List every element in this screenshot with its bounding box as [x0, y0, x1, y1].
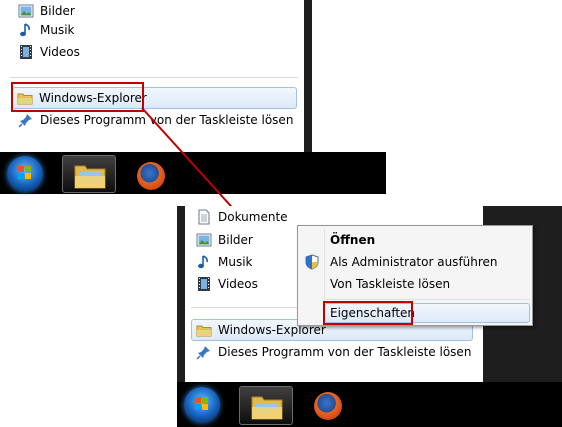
menu-item-open[interactable]: Öffnen: [330, 230, 375, 250]
separator: [326, 299, 530, 300]
menu-item-run-as-admin[interactable]: Als Administrator ausführen: [330, 252, 498, 272]
start-orb-icon[interactable]: [184, 387, 220, 423]
shield-icon: [304, 254, 320, 273]
jump-item-documents[interactable]: Dokumente: [196, 206, 288, 228]
unpin-program[interactable]: Dieses Programm von der Taskleiste lösen: [196, 341, 471, 363]
pictures-icon: [196, 232, 212, 248]
jump-item-videos[interactable]: Videos: [196, 273, 258, 295]
firefox-icon[interactable]: [314, 392, 342, 420]
documents-icon: [196, 209, 212, 225]
jump-item-label: Dokumente: [218, 210, 288, 224]
menu-item-label: Als Administrator ausführen: [330, 255, 498, 269]
menu-item-unpin[interactable]: Von Taskleiste lösen: [330, 274, 450, 294]
jump-item-music[interactable]: Musik: [196, 251, 253, 273]
taskbar-bottom: [177, 382, 562, 427]
jump-item-label: Musik: [218, 255, 253, 269]
folder-icon: [196, 322, 212, 338]
taskbar-explorer-button[interactable]: [239, 386, 293, 425]
jump-item-pictures[interactable]: Bilder: [196, 229, 253, 251]
menu-item-label: Von Taskleiste lösen: [330, 277, 451, 291]
menu-item-label: Öffnen: [330, 233, 376, 247]
folder-icon: [251, 396, 283, 420]
music-icon: [196, 254, 212, 270]
videos-icon: [196, 276, 212, 292]
jump-item-label: Bilder: [218, 233, 253, 247]
unpin-label: Dieses Programm von der Taskleiste lösen: [218, 345, 472, 359]
pin-icon: [196, 344, 212, 360]
highlight-box: [323, 301, 413, 325]
jump-item-label: Videos: [218, 277, 258, 291]
